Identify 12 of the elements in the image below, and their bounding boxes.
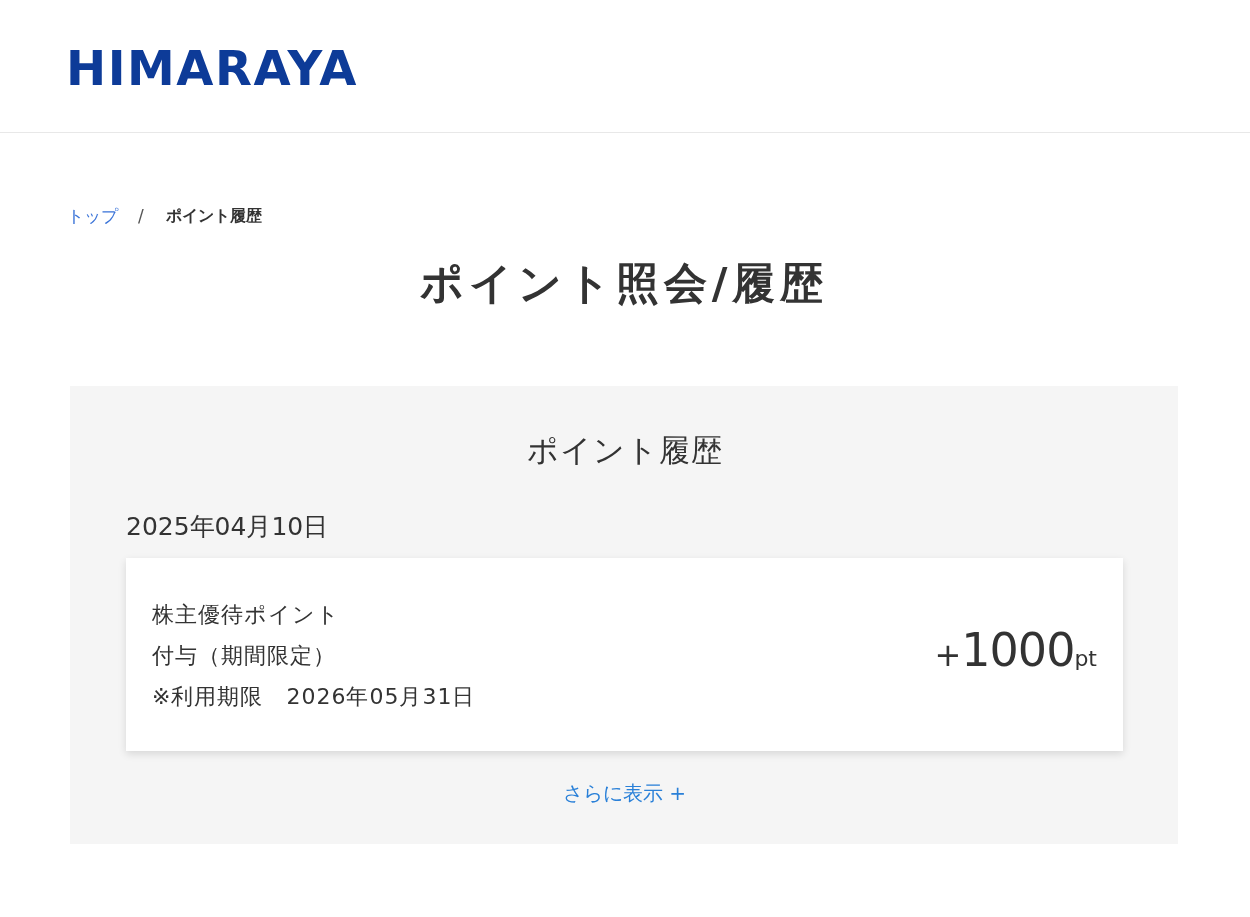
breadcrumb-separator: /	[138, 205, 144, 227]
show-more-link[interactable]: さらに表示 +	[562, 781, 687, 805]
history-date: 2025年04月10日	[126, 511, 330, 543]
brand-logo[interactable]: HIMARAYA	[66, 44, 358, 92]
entry-type: 付与（期間限定）	[152, 642, 337, 670]
breadcrumb-current: ポイント履歴	[165, 205, 262, 227]
section-title: ポイント履歴	[525, 431, 724, 470]
page-title: ポイント照会/履歴	[418, 257, 830, 310]
expiry-date: ※利用期限 2026年05月31日	[152, 683, 476, 711]
points-amount: +1000pt	[934, 622, 1097, 677]
entry-name: 株主優待ポイント	[152, 601, 341, 629]
breadcrumb-link[interactable]: トップ	[67, 205, 118, 227]
